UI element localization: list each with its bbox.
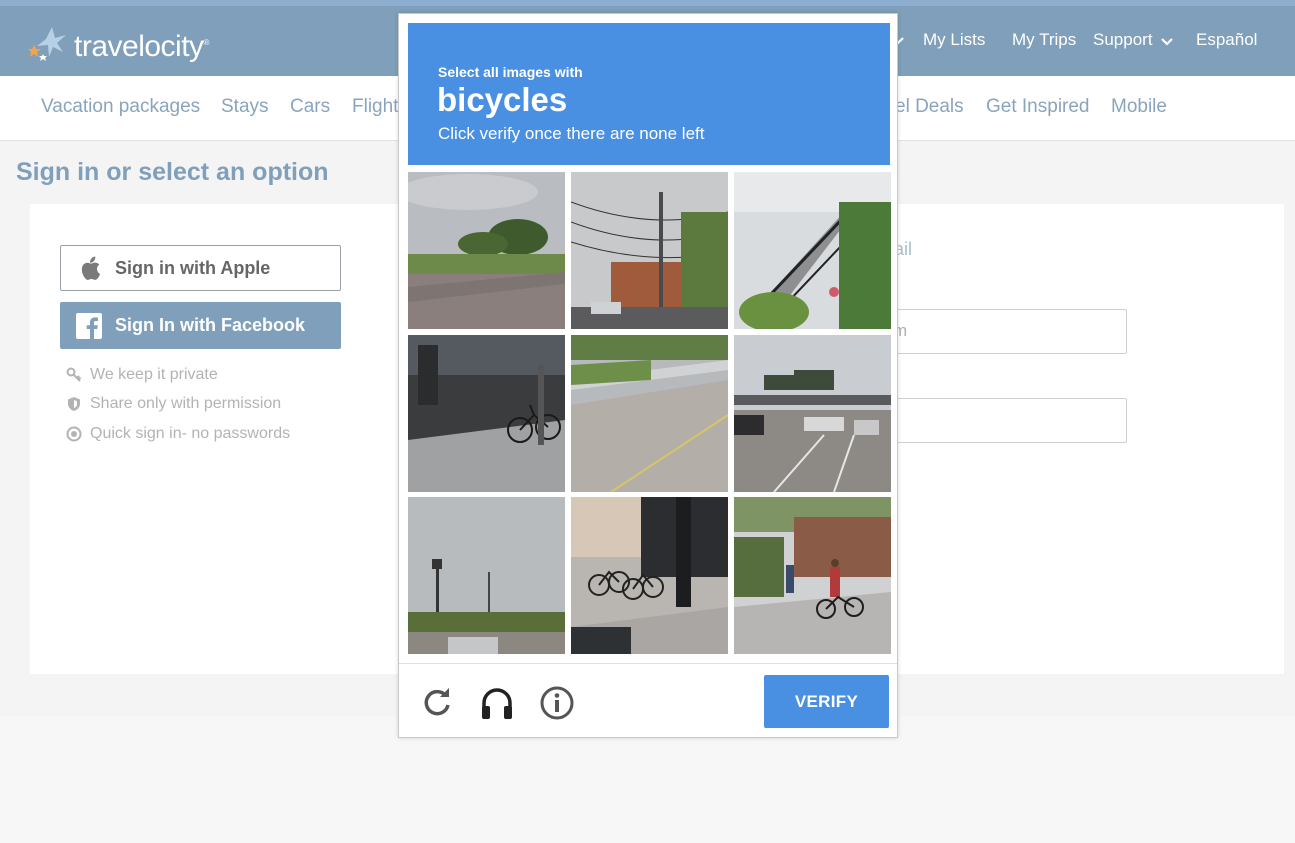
support-menu[interactable]: Support <box>1093 30 1153 50</box>
captcha-divider <box>399 663 897 664</box>
chevron-down-icon[interactable] <box>1161 37 1173 47</box>
reload-icon[interactable] <box>419 685 455 721</box>
apple-icon <box>81 256 101 280</box>
facebook-icon <box>76 312 102 339</box>
apple-button-label: Sign in with Apple <box>115 257 271 278</box>
captcha-instruction: Select all images with <box>438 64 583 80</box>
language-link[interactable]: Español <box>1196 30 1257 50</box>
page-title: Sign in or select an option <box>16 158 329 186</box>
perk-label: Quick sign in- no passwords <box>90 425 291 442</box>
nav-deals[interactable]: el Deals <box>895 96 964 118</box>
captcha-tile-freeway[interactable] <box>734 335 891 492</box>
captcha-subtext: Click verify once there are none left <box>438 124 705 143</box>
captcha-tile-cyclist-sidewalk[interactable] <box>734 497 891 654</box>
captcha-tile-highway-overpass[interactable] <box>571 335 728 492</box>
perk-label: Share only with permission <box>90 395 282 412</box>
sign-in-facebook-button[interactable]: Sign In with Facebook <box>60 302 341 349</box>
trademark: ® <box>203 38 210 47</box>
my-trips-link[interactable]: My Trips <box>1012 30 1076 50</box>
nav-vacation-packages[interactable]: Vacation packages <box>41 96 200 118</box>
my-lists-link[interactable]: My Lists <box>923 30 985 50</box>
captcha-tile-street-poles[interactable] <box>571 172 728 329</box>
travelocity-logo[interactable]: travelocity® <box>28 22 209 68</box>
info-icon[interactable] <box>539 685 575 721</box>
nav-mobile[interactable]: Mobile <box>1111 96 1167 118</box>
verify-button[interactable]: VERIFY <box>764 675 889 728</box>
captcha-header: Select all images with bicycles Click ve… <box>408 23 890 165</box>
gnome-star-icon <box>28 27 66 61</box>
perk-label: We keep it private <box>90 366 218 383</box>
nav-stays[interactable]: Stays <box>221 96 269 118</box>
quick-signin-icon <box>66 426 82 442</box>
nav-cars[interactable]: Cars <box>290 96 330 118</box>
captcha-target: bicycles <box>437 81 568 118</box>
nav-flights[interactable]: Flight <box>352 96 398 118</box>
sign-in-apple-button[interactable]: Sign in with Apple <box>60 245 341 291</box>
brand-name: travelocity <box>74 30 204 63</box>
perk-permission: Share only with permission <box>66 394 281 414</box>
shield-icon <box>68 397 80 411</box>
perk-private: We keep it private <box>66 365 218 385</box>
headphones-icon[interactable] <box>479 685 515 721</box>
facebook-button-label: Sign In with Facebook <box>115 315 306 335</box>
email-field[interactable]: m <box>880 309 1127 354</box>
nav-get-inspired[interactable]: Get Inspired <box>986 96 1090 118</box>
key-icon <box>66 367 82 382</box>
captcha-dialog: Select all images with bicycles Click ve… <box>398 13 898 738</box>
captcha-tile-bicycles-parked[interactable] <box>571 497 728 654</box>
perk-quick-signin: Quick sign in- no passwords <box>66 424 290 444</box>
captcha-tile-house-stairs[interactable] <box>734 172 891 329</box>
captcha-tile-park-lawn[interactable] <box>408 172 565 329</box>
password-field[interactable] <box>880 398 1127 443</box>
captcha-tile-grass-road[interactable] <box>408 497 565 654</box>
captcha-tile-bike-rack-garage[interactable] <box>408 335 565 492</box>
